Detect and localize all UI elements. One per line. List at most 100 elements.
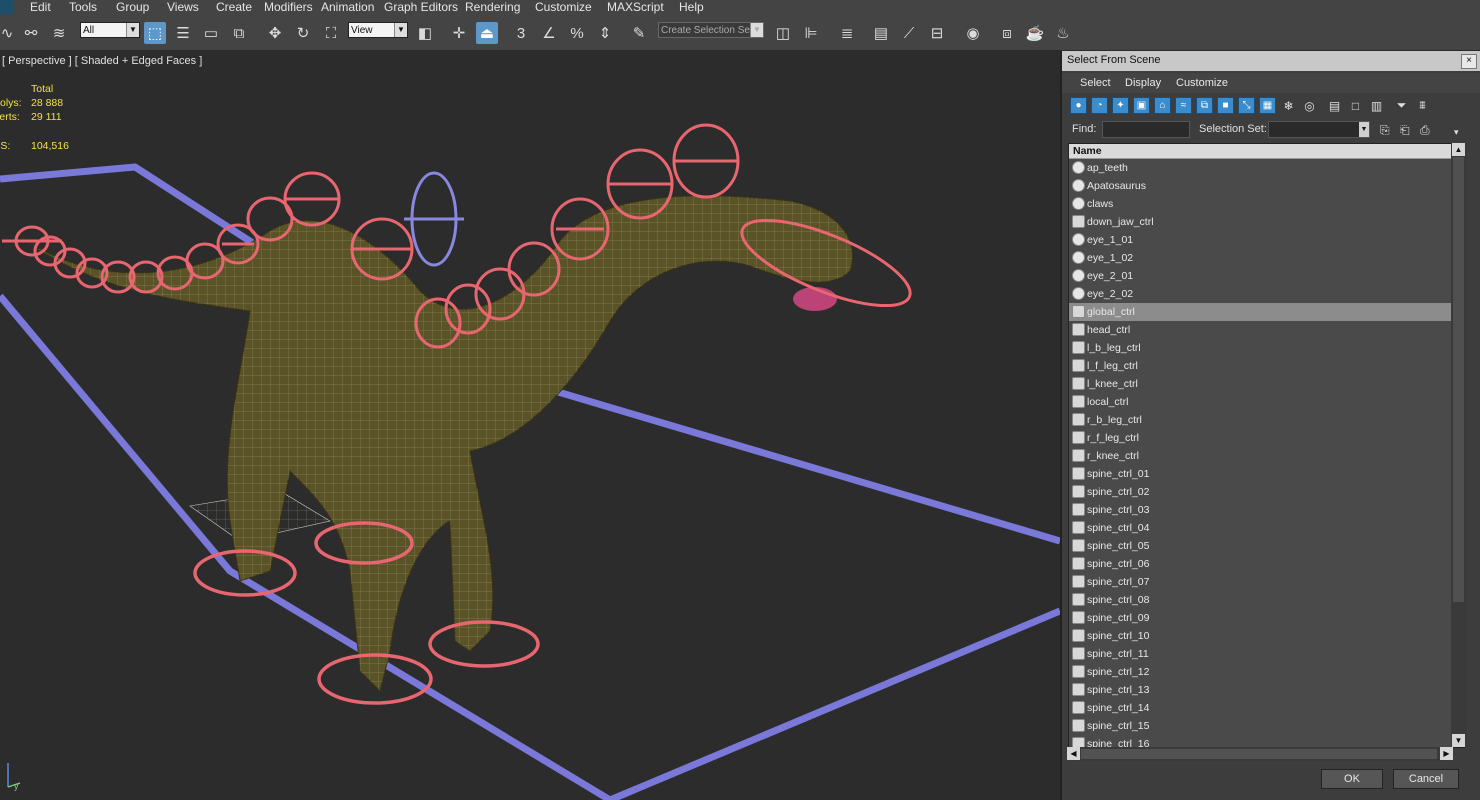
list-item[interactable]: r_b_leg_ctrl: [1069, 411, 1453, 429]
edit-named-selection-icon[interactable]: ✎: [628, 22, 650, 44]
unlink-icon[interactable]: ⚯: [20, 22, 42, 44]
list-item[interactable]: eye_1_02: [1069, 249, 1453, 267]
align-icon[interactable]: ⊫: [800, 22, 822, 44]
list-item[interactable]: l_f_leg_ctrl: [1069, 357, 1453, 375]
select-link-icon[interactable]: ∿: [0, 22, 18, 44]
find-input[interactable]: [1102, 121, 1190, 138]
scroll-up-icon[interactable]: ▲: [1452, 143, 1465, 156]
ok-button[interactable]: OK: [1321, 769, 1383, 789]
snaps-toggle-icon[interactable]: 3: [510, 22, 532, 44]
xrefs-filter-icon[interactable]: ■: [1217, 97, 1234, 114]
list-item[interactable]: claws: [1069, 195, 1453, 213]
menu-group[interactable]: Group: [116, 0, 149, 15]
list-item[interactable]: spine_ctrl_13: [1069, 681, 1453, 699]
list-item[interactable]: spine_ctrl_02: [1069, 483, 1453, 501]
select-by-name-icon[interactable]: ☰: [172, 22, 194, 44]
angle-snap-icon[interactable]: ∠: [538, 22, 560, 44]
reference-coordinate-dropdown[interactable]: View ▼: [348, 22, 408, 38]
menu-edit[interactable]: Edit: [30, 0, 51, 15]
scale-icon[interactable]: ⛶: [320, 22, 342, 44]
list-item[interactable]: r_knee_ctrl: [1069, 447, 1453, 465]
menu-animation[interactable]: Animation: [321, 0, 374, 15]
hidden-filter-icon[interactable]: ◎: [1301, 97, 1318, 114]
scene-object-list[interactable]: Name ap_teeth Apatosaurus claws down_jaw_ct…: [1068, 143, 1465, 748]
list-item[interactable]: spine_ctrl_11: [1069, 645, 1453, 663]
rendered-frame-icon[interactable]: ☕: [1024, 22, 1046, 44]
dialog-menu-select[interactable]: Select: [1080, 77, 1111, 89]
list-item[interactable]: down_jaw_ctrl: [1069, 213, 1453, 231]
select-manipulate-icon[interactable]: ✛: [448, 22, 470, 44]
list-item[interactable]: spine_ctrl_10: [1069, 627, 1453, 645]
select-none-icon[interactable]: □: [1347, 97, 1364, 114]
dialog-titlebar[interactable]: Select From Scene ×: [1062, 51, 1480, 71]
render-setup-icon[interactable]: ⧈: [996, 22, 1018, 44]
spinner-snap-icon[interactable]: ⇕: [594, 22, 616, 44]
curve-editor-icon[interactable]: ⟋: [898, 22, 920, 44]
expand-toolbar-icon[interactable]: ▾: [1454, 127, 1459, 138]
list-item[interactable]: global_ctrl: [1069, 303, 1453, 321]
rectangular-selection-icon[interactable]: ▭: [200, 22, 222, 44]
menu-create[interactable]: Create: [216, 0, 252, 15]
list-horizontal-scrollbar[interactable]: ◀ ▶: [1067, 747, 1453, 761]
list-item[interactable]: l_knee_ctrl: [1069, 375, 1453, 393]
mirror-icon[interactable]: ◫: [772, 22, 794, 44]
groups-filter-icon[interactable]: ⧉: [1196, 97, 1213, 114]
scrollbar-thumb[interactable]: [1081, 749, 1437, 759]
pivot-center-icon[interactable]: ◧: [414, 22, 436, 44]
cameras-filter-icon[interactable]: ▣: [1133, 97, 1150, 114]
containers-filter-icon[interactable]: ▦: [1259, 97, 1276, 114]
named-selection-sets-dropdown[interactable]: Create Selection Se ▼: [658, 22, 764, 38]
list-item[interactable]: r_f_leg_ctrl: [1069, 429, 1453, 447]
menu-rendering[interactable]: Rendering: [465, 0, 520, 15]
scroll-left-icon[interactable]: ◀: [1067, 747, 1080, 760]
dialog-menu-display[interactable]: Display: [1125, 77, 1161, 89]
shapes-filter-icon[interactable]: ◔: [1091, 97, 1108, 114]
frozen-filter-icon[interactable]: ❄: [1280, 97, 1297, 114]
scene-canvas[interactable]: y: [0, 51, 1060, 800]
percent-snap-icon[interactable]: %: [566, 22, 588, 44]
list-item[interactable]: spine_ctrl_04: [1069, 519, 1453, 537]
material-editor-icon[interactable]: ◉: [962, 22, 984, 44]
filter-icon[interactable]: ⏷: [1393, 97, 1410, 114]
column-name-header[interactable]: Name: [1073, 145, 1102, 157]
list-header[interactable]: Name: [1069, 144, 1464, 159]
viewport-label[interactable]: [ Perspective ] [ Shaded + Edged Faces ]: [2, 55, 202, 67]
menu-modifiers[interactable]: Modifiers: [264, 0, 313, 15]
dialog-menu-customize[interactable]: Customize: [1176, 77, 1228, 89]
bind-space-warp-icon[interactable]: ≋: [48, 22, 70, 44]
menu-views[interactable]: Views: [167, 0, 199, 15]
menu-customize[interactable]: Customize: [535, 0, 592, 15]
menu-graph-editors[interactable]: Graph Editors: [384, 0, 458, 15]
list-item[interactable]: spine_ctrl_07: [1069, 573, 1453, 591]
list-item[interactable]: spine_ctrl_03: [1069, 501, 1453, 519]
window-crossing-icon[interactable]: ⧉: [228, 22, 250, 44]
list-item[interactable]: spine_ctrl_06: [1069, 555, 1453, 573]
list-item[interactable]: spine_ctrl_14: [1069, 699, 1453, 717]
remove-from-selection-set-icon[interactable]: ⎙: [1420, 123, 1430, 138]
scroll-down-icon[interactable]: ▼: [1452, 734, 1465, 747]
list-item[interactable]: spine_ctrl_12: [1069, 663, 1453, 681]
list-item[interactable]: l_b_leg_ctrl: [1069, 339, 1453, 357]
select-invert-icon[interactable]: ▥: [1368, 97, 1385, 114]
create-selection-set-icon[interactable]: ⎘: [1380, 123, 1390, 138]
keyboard-shortcut-override-icon[interactable]: ⏏: [476, 22, 498, 44]
selection-filter-dropdown[interactable]: All ▼: [80, 22, 140, 38]
list-item[interactable]: spine_ctrl_15: [1069, 717, 1453, 735]
app-logo-icon[interactable]: [0, 0, 14, 14]
helpers-filter-icon[interactable]: ⌂: [1154, 97, 1171, 114]
list-item[interactable]: eye_2_02: [1069, 285, 1453, 303]
schematic-view-icon[interactable]: ⊟: [926, 22, 948, 44]
list-item[interactable]: eye_2_01: [1069, 267, 1453, 285]
menu-maxscript[interactable]: MAXScript: [607, 0, 664, 15]
list-item[interactable]: local_ctrl: [1069, 393, 1453, 411]
select-all-icon[interactable]: ▤: [1326, 97, 1343, 114]
selection-set-dropdown[interactable]: ▼: [1268, 121, 1370, 138]
bones-filter-icon[interactable]: ⤡: [1238, 97, 1255, 114]
scrollbar-thumb[interactable]: [1453, 157, 1464, 602]
layer-manager-icon[interactable]: ≣: [836, 22, 858, 44]
list-item[interactable]: spine_ctrl_01: [1069, 465, 1453, 483]
list-vertical-scrollbar[interactable]: ▲ ▼: [1451, 143, 1467, 747]
select-object-icon[interactable]: ⬚: [144, 22, 166, 44]
add-to-selection-set-icon[interactable]: ⎗: [1400, 123, 1410, 138]
menu-help[interactable]: Help: [679, 0, 704, 15]
